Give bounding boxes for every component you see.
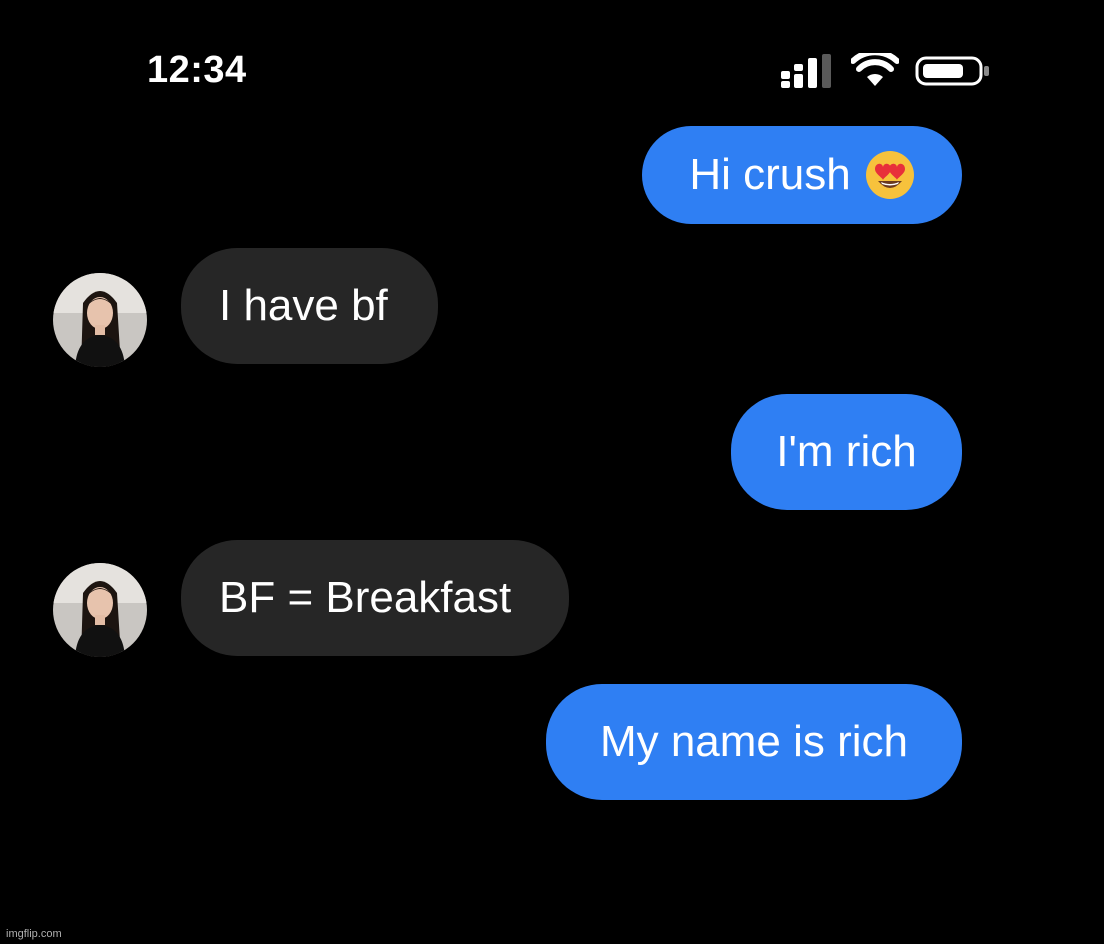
battery-icon <box>915 56 989 86</box>
message-text: I'm rich <box>776 427 917 476</box>
message-outgoing[interactable]: My name is rich <box>546 684 962 800</box>
message-incoming[interactable]: BF = Breakfast <box>181 540 569 656</box>
heart-eyes-emoji-icon <box>865 151 914 199</box>
wifi-icon <box>851 53 899 86</box>
message-incoming[interactable]: I have bf <box>181 248 438 364</box>
contact-avatar[interactable] <box>53 273 147 367</box>
message-text: My name is rich <box>599 717 909 766</box>
watermark: imgflip.com <box>6 928 62 940</box>
message-outgoing[interactable]: I'm rich <box>731 394 962 510</box>
avatar-photo-icon <box>53 273 147 367</box>
message-outgoing[interactable]: Hi crush <box>642 126 962 224</box>
avatar-photo-icon <box>53 563 147 657</box>
status-time: 12:34 <box>147 49 247 91</box>
message-text: BF = Breakfast <box>219 573 512 622</box>
message-text: Hi crush <box>689 150 851 199</box>
message-text: I have bf <box>219 281 388 330</box>
contact-avatar[interactable] <box>53 563 147 657</box>
signal-bars-icon <box>781 54 831 88</box>
